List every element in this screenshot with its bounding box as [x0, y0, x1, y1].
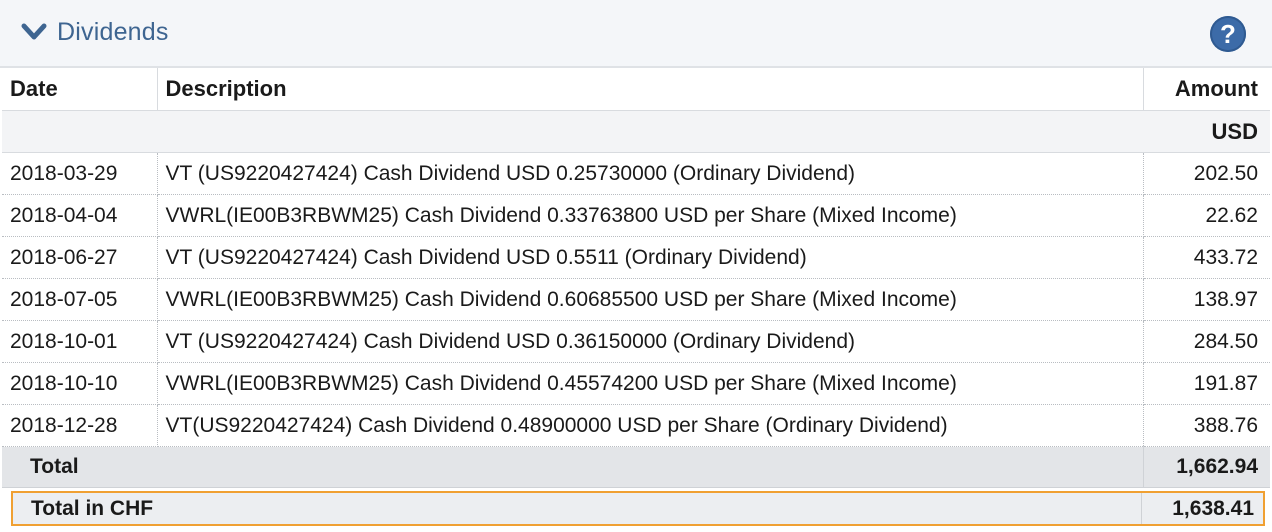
row-description: VWRL(IE00B3RBWM25) Cash Dividend 0.60685… [157, 278, 1144, 321]
total-chf-row: Total in CHF 1,638.41 [11, 491, 1265, 526]
dividends-table: Date Description Amount USD 2018-03-29 V… [2, 68, 1270, 488]
table-row: 2018-04-04 VWRL(IE00B3RBWM25) Cash Divid… [2, 194, 1270, 237]
row-description: VWRL(IE00B3RBWM25) Cash Dividend 0.45574… [157, 362, 1144, 405]
row-amount: 22.62 [1143, 194, 1270, 237]
table-row: 2018-06-27 VT (US9220427424) Cash Divide… [2, 236, 1270, 279]
row-amount: 191.87 [1143, 362, 1270, 405]
table-row: 2018-10-10 VWRL(IE00B3RBWM25) Cash Divid… [2, 362, 1270, 405]
row-amount: 284.50 [1143, 320, 1270, 363]
row-amount: 138.97 [1143, 278, 1270, 321]
row-amount: 202.50 [1143, 152, 1270, 195]
total-amount: 1,662.94 [1143, 446, 1270, 488]
row-date: 2018-06-27 [2, 236, 158, 279]
panel-title: Dividends [57, 18, 169, 46]
total-label: Total [2, 446, 1144, 488]
currency-group-label: USD [2, 110, 1270, 153]
total-row: Total 1,662.94 [2, 446, 1270, 488]
column-header-date[interactable]: Date [2, 68, 158, 111]
column-header-description[interactable]: Description [157, 68, 1144, 111]
row-date: 2018-04-04 [2, 194, 158, 237]
row-description: VT(US9220427424) Cash Dividend 0.4890000… [157, 404, 1144, 447]
panel-header[interactable]: Dividends ? [0, 0, 1272, 68]
row-date: 2018-07-05 [2, 278, 158, 321]
row-amount: 433.72 [1143, 236, 1270, 279]
row-date: 2018-12-28 [2, 404, 158, 447]
table-row: 2018-12-28 VT(US9220427424) Cash Dividen… [2, 404, 1270, 447]
table-row: 2018-07-05 VWRL(IE00B3RBWM25) Cash Divid… [2, 278, 1270, 321]
row-description: VT (US9220427424) Cash Dividend USD 0.55… [157, 236, 1144, 279]
total-chf-label: Total in CHF [31, 496, 154, 520]
column-header-amount[interactable]: Amount [1143, 68, 1270, 111]
table-row: 2018-10-01 VT (US9220427424) Cash Divide… [2, 320, 1270, 363]
row-description: VT (US9220427424) Cash Dividend USD 0.36… [157, 320, 1144, 363]
row-description: VWRL(IE00B3RBWM25) Cash Dividend 0.33763… [157, 194, 1144, 237]
dividends-panel: Dividends ? Date Description Amount USD … [0, 0, 1272, 532]
row-date: 2018-10-01 [2, 320, 158, 363]
row-date: 2018-03-29 [2, 152, 158, 195]
table-header-row: Date Description Amount [2, 68, 1270, 111]
table-row: 2018-03-29 VT (US9220427424) Cash Divide… [2, 152, 1270, 195]
row-description: VT (US9220427424) Cash Dividend USD 0.25… [157, 152, 1144, 195]
question-mark-icon[interactable]: ? [1210, 16, 1246, 52]
row-amount: 388.76 [1143, 404, 1270, 447]
currency-group-row: USD [2, 110, 1270, 153]
row-date: 2018-10-10 [2, 362, 158, 405]
chevron-down-icon[interactable] [21, 21, 47, 43]
total-chf-amount: 1,638.41 [1172, 496, 1254, 520]
